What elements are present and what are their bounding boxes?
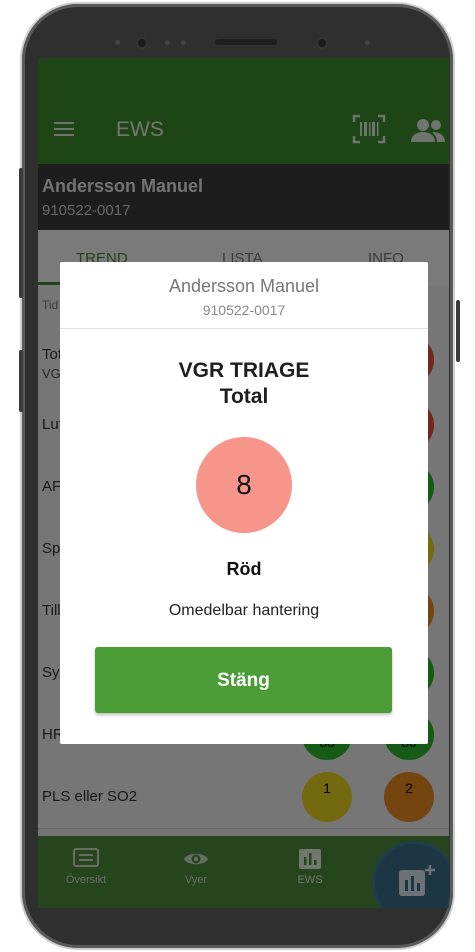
sensor-dot bbox=[365, 40, 370, 45]
phone-top-sensors bbox=[107, 22, 407, 62]
power-button bbox=[456, 300, 460, 362]
dialog-title: VGR TRIAGE Total bbox=[60, 358, 428, 410]
dialog-patient-name: Andersson Manuel bbox=[168, 276, 320, 296]
divider bbox=[60, 328, 428, 329]
sensor-dot bbox=[165, 40, 170, 45]
sensor-dot bbox=[181, 40, 186, 45]
triage-level: Röd bbox=[226, 559, 262, 579]
triage-dialog: Andersson Manuel 910522-0017 VGR TRIAGE … bbox=[60, 262, 428, 744]
triage-description: Omedelbar hantering bbox=[168, 602, 320, 619]
sensor-dot bbox=[115, 40, 120, 45]
front-camera-icon bbox=[135, 36, 149, 50]
secondary-camera-icon bbox=[315, 36, 329, 50]
side-button bbox=[19, 350, 23, 412]
speaker-grille bbox=[215, 39, 277, 45]
dialog-patient-id: 910522-0017 bbox=[202, 302, 286, 318]
dialog-title-line1: VGR TRIAGE bbox=[178, 359, 310, 382]
dialog-title-line2: Total bbox=[219, 385, 269, 408]
close-button[interactable]: Stäng bbox=[95, 647, 392, 713]
total-score-circle: 8 bbox=[196, 437, 292, 533]
side-button bbox=[19, 168, 23, 298]
